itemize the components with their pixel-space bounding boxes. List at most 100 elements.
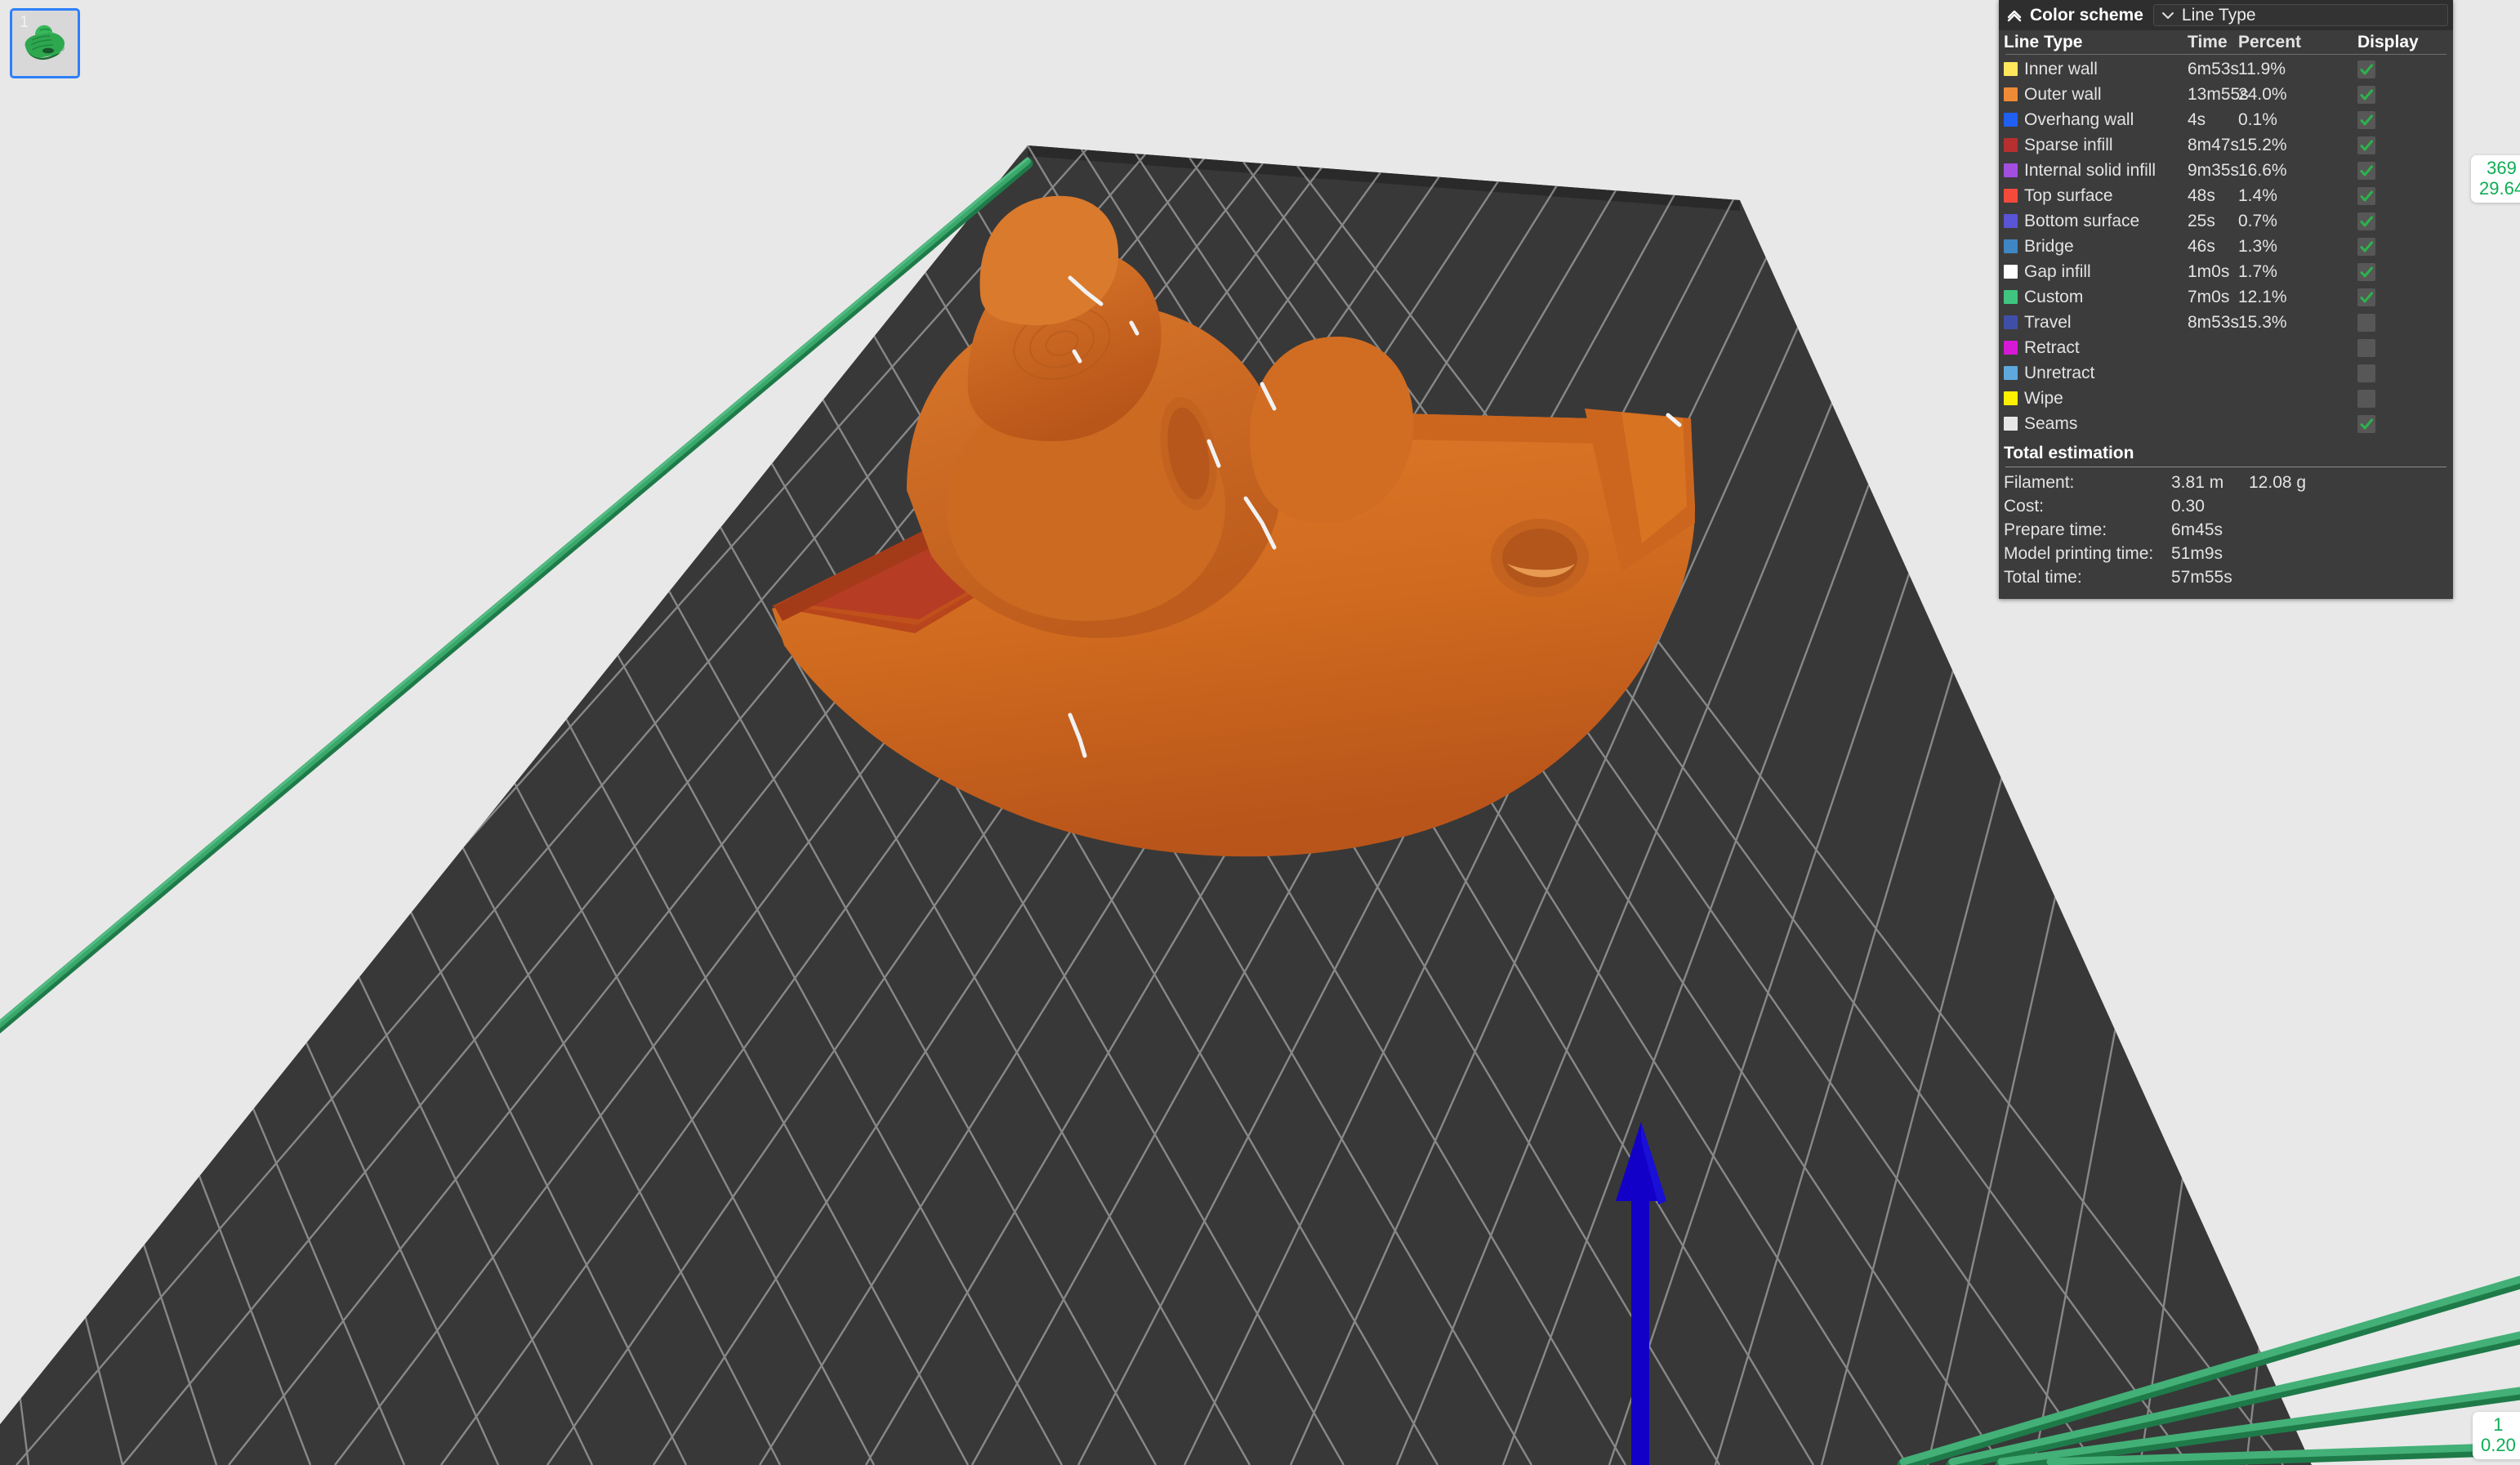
total-estimation-row: Filament:3.81 m12.08 g [1999,471,2453,494]
line-type-display-checkbox[interactable] [2357,288,2375,306]
layer-slider-top-layer: 369 [2479,159,2520,179]
line-type-label: Unretract [2024,364,2094,383]
line-type-time: 46s [2188,237,2238,257]
legend-row[interactable]: Bridge46s1.3% [1999,234,2453,259]
legend-row[interactable]: Wipe [1999,386,2453,411]
line-type-time: 8m53s [2188,313,2238,333]
line-type-label: Custom [2024,288,2083,307]
line-type-color-swatch [2004,290,2018,304]
line-type-percent: 1.7% [2238,262,2335,282]
line-type-color-swatch [2004,214,2018,228]
line-type-time: 4s [2188,110,2238,130]
line-type-display-checkbox[interactable] [2357,212,2375,230]
line-type-color-swatch [2004,62,2018,76]
line-type-label: Outer wall [2024,85,2102,105]
estimation-value-primary: 3.81 m [2171,473,2249,493]
color-scheme-dropdown[interactable]: Line Type [2153,4,2448,26]
legend-row[interactable]: Overhang wall4s0.1% [1999,107,2453,132]
legend-header: Color scheme Line Type [1999,0,2453,30]
line-type-display-checkbox[interactable] [2357,162,2375,180]
legend-row[interactable]: Travel 8m53s15.3% [1999,310,2453,335]
total-estimation-row: Prepare time:6m45s [1999,518,2453,542]
layer-slider-bottom-height: 0.20 [2481,1436,2516,1456]
layer-slider-bottom-layer: 1 [2481,1415,2516,1436]
line-type-color-swatch [2004,417,2018,431]
total-estimation-rows: Filament:3.81 m12.08 gCost:0.30Prepare t… [1999,471,2453,589]
legend-panel: Color scheme Line Type Line Type Time Pe… [1999,0,2453,599]
line-type-display-checkbox[interactable] [2357,415,2375,433]
color-scheme-value: Line Type [2182,6,2256,25]
line-type-display-checkbox[interactable] [2357,339,2375,357]
line-type-display-checkbox[interactable] [2357,314,2375,332]
line-type-color-swatch [2004,87,2018,101]
line-type-percent: 11.9% [2238,60,2335,79]
line-type-percent: 15.3% [2238,313,2335,333]
legend-row[interactable]: Bottom surface25s0.7% [1999,208,2453,234]
layer-slider-top-tooltip[interactable]: 369 29.64 [2471,155,2520,203]
line-type-time: 13m55s [2188,85,2238,105]
total-estimation-row: Cost:0.30 [1999,494,2453,518]
line-type-color-swatch [2004,315,2018,329]
estimation-value-secondary: 12.08 g [2249,473,2453,493]
line-type-display-checkbox[interactable] [2357,187,2375,205]
line-type-percent: 0.1% [2238,110,2335,130]
line-type-color-swatch [2004,138,2018,152]
line-type-display-checkbox[interactable] [2357,111,2375,129]
line-type-time: 1m0s [2188,262,2238,282]
line-type-color-swatch [2004,265,2018,279]
line-type-time: 6m53s [2188,60,2238,79]
line-type-label: Sparse infill [2024,136,2113,155]
estimation-label: Model printing time: [2004,544,2171,564]
line-type-label: Inner wall [2024,60,2098,79]
legend-row[interactable]: Custom 7m0s12.1% [1999,284,2453,310]
plate-thumbnail-model-icon [12,11,78,76]
line-type-label: Bridge [2024,237,2074,257]
line-type-display-checkbox[interactable] [2357,60,2375,78]
legend-row[interactable]: Inner wall 6m53s11.9% [1999,56,2453,82]
line-type-display-checkbox[interactable] [2357,364,2375,382]
line-type-display-checkbox[interactable] [2357,238,2375,256]
legend-row[interactable]: Internal solid infill9m35s16.6% [1999,158,2453,183]
legend-title: Color scheme [2030,6,2143,25]
estimation-label: Total time: [2004,568,2171,587]
line-type-label: Wipe [2024,389,2063,409]
estimation-value-primary: 0.30 [2171,497,2249,516]
legend-row[interactable]: Sparse infill8m47s15.2% [1999,132,2453,158]
legend-row[interactable]: Unretract [1999,360,2453,386]
estimation-label: Filament: [2004,473,2171,493]
legend-header-divider [2005,54,2446,55]
total-estimation-title: Total estimation [1999,436,2453,467]
line-type-display-checkbox[interactable] [2357,263,2375,281]
legend-row[interactable]: Outer wall 13m55s24.0% [1999,82,2453,107]
col-header-time: Time [2188,33,2238,52]
line-type-color-swatch [2004,341,2018,355]
legend-row[interactable]: Gap infill 1m0s1.7% [1999,259,2453,284]
line-type-label: Gap infill [2024,262,2091,282]
estimation-value-primary: 6m45s [2171,520,2249,540]
line-type-percent: 24.0% [2238,85,2335,105]
line-type-color-swatch [2004,189,2018,203]
legend-row[interactable]: Top surface48s1.4% [1999,183,2453,208]
estimation-label: Prepare time: [2004,520,2171,540]
line-type-percent: 1.4% [2238,186,2335,206]
estimation-label: Cost: [2004,497,2171,516]
line-type-time: 25s [2188,212,2238,231]
line-type-display-checkbox[interactable] [2357,86,2375,104]
layer-slider-top-height: 29.64 [2479,179,2520,199]
line-type-label: Retract [2024,338,2080,358]
line-type-time: 7m0s [2188,288,2238,307]
line-type-display-checkbox[interactable] [2357,390,2375,408]
slicer-preview-window: 1 Color scheme [0,0,2520,1465]
line-type-label: Internal solid infill [2024,161,2156,181]
legend-row[interactable]: Seams [1999,411,2453,436]
estimation-value-primary: 51m9s [2171,544,2249,564]
line-type-display-checkbox[interactable] [2357,136,2375,154]
legend-row[interactable]: Retract [1999,335,2453,360]
total-estimation-row: Total time:57m55s [1999,565,2453,589]
layer-slider-bottom-tooltip[interactable]: 1 0.20 [2473,1412,2520,1459]
chevron-up-icon[interactable] [2005,7,2023,25]
legend-rows: Inner wall 6m53s11.9% Outer wall 13m55s24.0… [1999,56,2453,436]
line-type-percent: 12.1% [2238,288,2335,307]
line-type-label: Travel [2024,313,2072,333]
plate-thumbnail[interactable]: 1 [10,8,80,78]
